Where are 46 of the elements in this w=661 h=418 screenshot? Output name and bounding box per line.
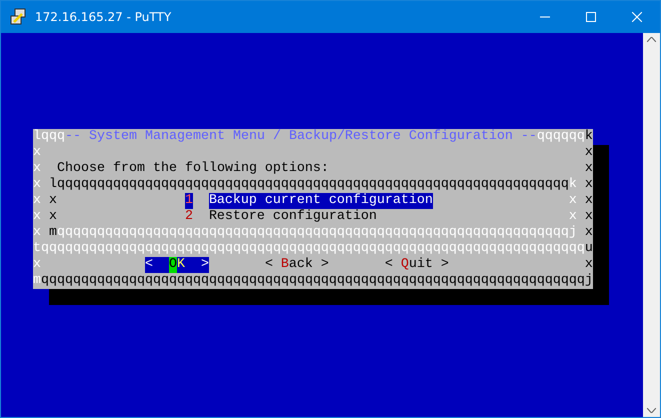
dialog-button[interactable]: < Quit > <box>384 257 449 273</box>
app-icon <box>9 8 27 26</box>
window-title: 172.16.165.27 - PuTTY <box>35 10 172 24</box>
frame-line: lqqq <box>33 129 65 145</box>
box-corner: j <box>568 225 577 241</box>
frame-line: tqqqqqqqqqqqqqqqqqqqqqqqqqqqqqqqqqqqqqqqqqqqqqqqqqqqqqqqqqqqqqqqqqqqq <box>33 241 585 257</box>
frame-line: k <box>584 129 593 145</box>
frame-line: x <box>33 257 41 273</box>
frame-line: x <box>584 145 593 161</box>
frame-line: u <box>584 241 593 257</box>
frame-line: m <box>33 273 41 289</box>
maximize-icon <box>586 12 596 22</box>
box-line: x <box>568 209 577 225</box>
box-line: x <box>48 209 57 225</box>
frame-line: x <box>584 225 593 241</box>
close-icon <box>632 12 642 22</box>
prompt-text: Choose from the following options: <box>56 161 329 177</box>
box-corner: m <box>48 225 57 241</box>
option-number[interactable]: 1 <box>184 193 193 209</box>
box-line: x <box>568 193 577 209</box>
frame-line: x <box>33 193 41 209</box>
frame-line: x <box>584 161 593 177</box>
frame-line: x <box>584 209 593 225</box>
dialog-button[interactable]: < Back > <box>264 257 329 273</box>
option-label[interactable]: Backup current configuration <box>208 193 433 209</box>
dialog-title: -- System Management Menu / Backup/Restore Configuration -- <box>65 129 537 145</box>
frame-line: x <box>33 177 41 193</box>
frame-line: x <box>33 161 41 177</box>
frame-line: x <box>584 257 593 273</box>
box-corner: l <box>48 177 57 193</box>
frame-line: x <box>33 145 41 161</box>
frame-line: x <box>584 177 593 193</box>
box-line: qqqqqqqqqqqqqqqqqqqqqqqqqqqqqqqqqqqqqqqqqqqqqqqqqqqqqqqqqqqqqqqq <box>56 177 569 193</box>
box-line: qqqqqqqqqqqqqqqqqqqqqqqqqqqqqqqqqqqqqqqqqqqqqqqqqqqqqqqqqqqqqqqq <box>56 225 569 241</box>
frame-line: qqqqqqqqqqqqqqqqqqqqqqqqqqqqqqqqqqqqqqqqqqqqqqqqqqqqqqqqqqqqqqqqqqqqj <box>41 273 593 289</box>
box-line: x <box>48 193 57 209</box>
frame-line: x <box>33 225 41 241</box>
scroll-up-icon[interactable] <box>647 37 656 42</box>
frame-line: qqqqqq <box>536 129 585 145</box>
dialog-button[interactable]: < OK > <box>144 257 209 273</box>
box-corner: k <box>568 177 577 193</box>
option-label[interactable]: Restore configuration <box>208 209 377 225</box>
frame-line: x <box>584 193 593 209</box>
option-number[interactable]: 2 <box>184 209 193 225</box>
scroll-down-icon[interactable] <box>647 408 656 413</box>
frame-line: x <box>33 209 41 225</box>
